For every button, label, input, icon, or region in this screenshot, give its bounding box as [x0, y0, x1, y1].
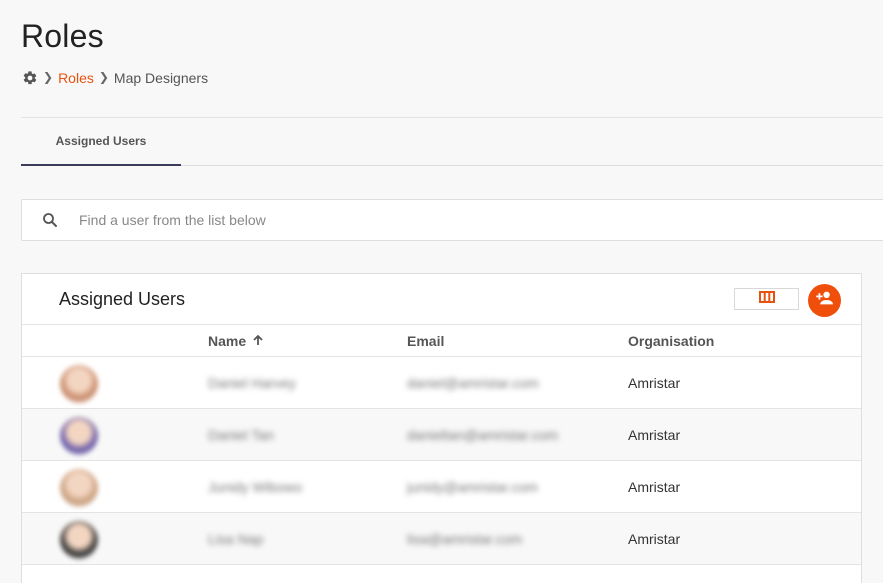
user-email: daniel@amristar.com — [407, 375, 539, 391]
table-row[interactable]: Lisa Nap lisa@amristar.com Amristar — [22, 513, 861, 565]
user-name: Daniel Harvey — [208, 375, 296, 391]
page-title: Roles — [21, 18, 104, 54]
user-organisation: Amristar — [628, 531, 681, 547]
user-organisation: Amristar — [628, 479, 681, 495]
avatar — [60, 469, 98, 507]
avatar — [60, 365, 98, 403]
breadcrumb-current: Map Designers — [113, 70, 209, 86]
sort-ascending-icon — [252, 333, 264, 349]
user-email: junidy@amristar.com — [407, 479, 538, 495]
user-name: Daniel Tan — [208, 427, 274, 443]
add-user-button[interactable] — [808, 284, 841, 317]
table-body: Daniel Harvey daniel@amristar.com Amrist… — [22, 357, 861, 565]
avatar — [60, 521, 98, 559]
user-name: Junidy Wibowo — [208, 479, 303, 495]
search-icon — [41, 211, 59, 229]
table-row[interactable]: Junidy Wibowo junidy@amristar.com Amrist… — [22, 461, 861, 513]
chevron-right-icon: ❯ — [43, 70, 54, 84]
search-box — [21, 199, 883, 241]
user-organisation: Amristar — [628, 375, 681, 391]
user-name: Lisa Nap — [208, 531, 264, 547]
assigned-users-card: Assigned Users Name Email Organisation D… — [21, 273, 862, 583]
user-organisation: Amristar — [628, 427, 681, 443]
columns-button[interactable] — [734, 288, 799, 310]
gear-icon[interactable] — [22, 70, 38, 86]
column-header-label: Name — [208, 333, 247, 349]
card-header: Assigned Users — [22, 274, 861, 325]
columns-icon — [758, 290, 775, 308]
table-header: Name Email Organisation — [22, 325, 861, 357]
column-header-organisation[interactable]: Organisation — [628, 333, 714, 349]
avatar — [60, 417, 98, 455]
user-email: lisa@amristar.com — [407, 531, 523, 547]
breadcrumb: ❯ Roles ❯ Map Designers — [22, 70, 208, 86]
card-title: Assigned Users — [59, 289, 186, 309]
tab-assigned-users[interactable]: Assigned Users — [21, 118, 181, 166]
tab-bar: Assigned Users — [21, 118, 883, 166]
table-row[interactable]: Daniel Tan danieltan@amristar.com Amrist… — [22, 409, 861, 461]
user-email: danieltan@amristar.com — [407, 427, 559, 443]
chevron-right-icon: ❯ — [98, 70, 109, 84]
breadcrumb-link-roles[interactable]: Roles — [58, 70, 94, 86]
column-header-name[interactable]: Name — [208, 333, 264, 349]
add-user-icon — [815, 290, 835, 311]
search-input[interactable] — [79, 212, 679, 228]
column-header-email[interactable]: Email — [407, 333, 444, 349]
table-row[interactable]: Daniel Harvey daniel@amristar.com Amrist… — [22, 357, 861, 409]
